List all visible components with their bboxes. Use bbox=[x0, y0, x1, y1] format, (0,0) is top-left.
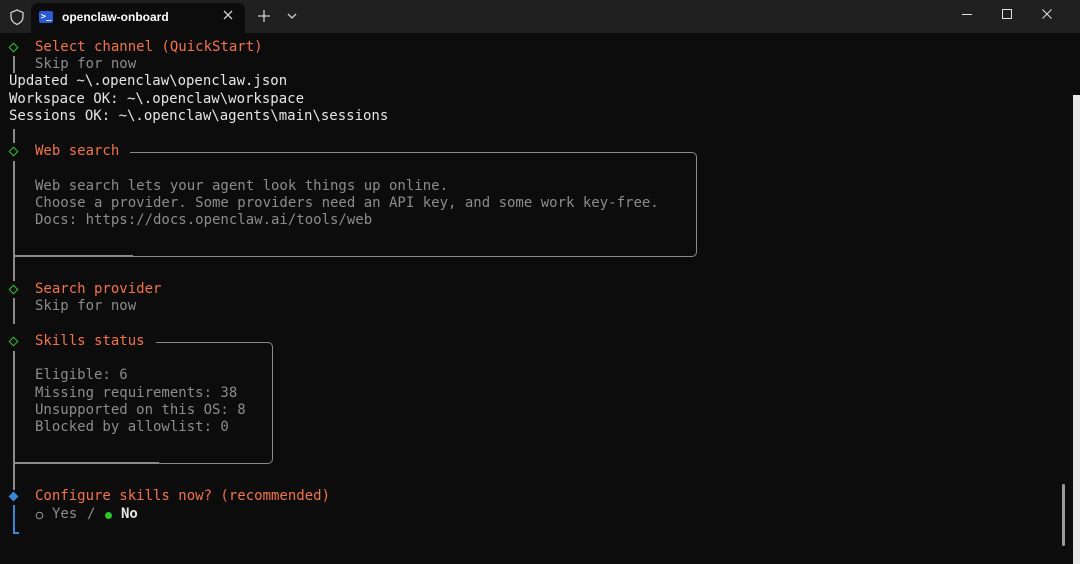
note-line: Web search lets your agent look things u… bbox=[35, 178, 449, 194]
tree-line bbox=[13, 257, 15, 281]
prompt-title-configure-skills: Configure skills now? (recommended) bbox=[35, 488, 331, 504]
log-line: Updated ~\.openclaw\openclaw.json bbox=[9, 73, 288, 89]
diamond-icon bbox=[8, 336, 19, 347]
step-title-search-provider: Search provider bbox=[35, 281, 162, 297]
terminal[interactable]: Select channel (QuickStart) Skip for now… bbox=[0, 33, 1066, 564]
note-line: Unsupported on this OS: 8 bbox=[35, 402, 246, 418]
option-yes[interactable]: Yes bbox=[52, 506, 77, 523]
radio-selected-icon bbox=[105, 512, 112, 519]
maximize-icon bbox=[1002, 9, 1012, 19]
tree-line bbox=[13, 298, 15, 324]
diamond-icon bbox=[8, 491, 19, 502]
note-box-bottom bbox=[13, 255, 133, 257]
note-title-skills-status: Skills status bbox=[35, 333, 145, 349]
note-title-web-search: Web search bbox=[35, 143, 120, 159]
note-line: Missing requirements: 38 bbox=[35, 385, 238, 401]
step-value-select-channel: Skip for now bbox=[35, 56, 137, 72]
shield-icon[interactable] bbox=[8, 8, 26, 26]
scrollbar-thumb[interactable] bbox=[1062, 484, 1065, 546]
close-icon bbox=[1042, 9, 1052, 19]
step-value-search-provider: Skip for now bbox=[35, 298, 137, 314]
tree-line bbox=[13, 464, 15, 490]
diamond-icon bbox=[8, 284, 19, 295]
tree-line bbox=[13, 351, 15, 464]
tab-title: openclaw-onboard bbox=[62, 10, 169, 24]
window-edge bbox=[1073, 95, 1080, 564]
chevron-down-icon[interactable] bbox=[286, 11, 298, 21]
diamond-icon bbox=[8, 42, 19, 53]
title-bar: >_ openclaw-onboard bbox=[0, 0, 1080, 33]
tree-line bbox=[13, 129, 15, 143]
tab-openclaw-onboard[interactable]: >_ openclaw-onboard bbox=[31, 3, 245, 33]
note-line: Blocked by allowlist: 0 bbox=[35, 419, 229, 435]
option-separator: / bbox=[87, 506, 96, 522]
diamond-icon bbox=[8, 146, 19, 157]
minimize-icon bbox=[962, 14, 972, 15]
log-line: Workspace OK: ~\.openclaw\workspace bbox=[9, 91, 305, 107]
tree-line bbox=[13, 56, 15, 73]
close-window-button[interactable] bbox=[1024, 0, 1070, 30]
tree-line-active bbox=[13, 505, 15, 533]
note-line: Eligible: 6 bbox=[35, 367, 128, 383]
radio-empty-icon bbox=[35, 511, 44, 520]
note-box-bottom bbox=[13, 462, 159, 464]
tree-line bbox=[13, 161, 15, 257]
powershell-icon: >_ bbox=[39, 11, 53, 23]
step-title-select-channel: Select channel (QuickStart) bbox=[35, 39, 263, 55]
note-line: Docs: https://docs.openclaw.ai/tools/web bbox=[35, 212, 373, 228]
option-no[interactable]: No bbox=[121, 506, 138, 523]
close-icon[interactable] bbox=[221, 8, 235, 22]
plus-icon[interactable] bbox=[257, 9, 271, 23]
note-line: Choose a provider. Some providers need a… bbox=[35, 195, 659, 211]
tree-line-end bbox=[13, 532, 19, 534]
log-line: Sessions OK: ~\.openclaw\agents\main\ses… bbox=[9, 108, 389, 124]
